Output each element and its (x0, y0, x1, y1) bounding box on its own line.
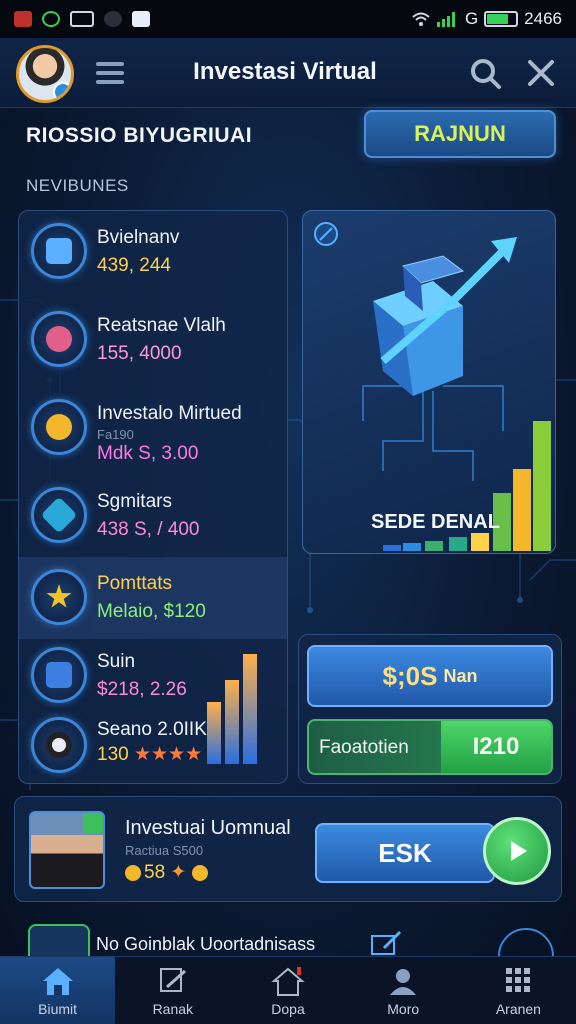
subheader-action-button[interactable]: RAJNUN (364, 110, 556, 158)
stat-row[interactable]: Faoatotien I210 (307, 719, 553, 775)
profile-sub: Ractiua S500 (125, 843, 204, 858)
trophy-icon (31, 399, 87, 455)
app-header: Investasi Virtual (0, 38, 576, 108)
item-name: Investalo Mirtued (97, 403, 242, 424)
stat-value: I210 (441, 721, 551, 773)
rating-stars-icon: ★★★★ (133, 744, 203, 765)
list-item[interactable]: Sgmitars 438 S, / 400 (19, 475, 287, 557)
user-icon (390, 969, 417, 995)
flag-icon (83, 813, 103, 833)
nav-label: Ranak (152, 1001, 194, 1017)
close-icon[interactable] (524, 56, 558, 90)
profile-stats: 58 ✦ (125, 861, 211, 884)
item-value: 439, 244 (97, 255, 171, 276)
coin-icon (125, 864, 141, 881)
profile-name: Investuai Uomnual (125, 817, 291, 839)
play-icon (511, 841, 527, 861)
nav-label: Dopa (271, 1001, 305, 1017)
item-name: Suin (97, 651, 136, 672)
subheader-title: RIOSSIO BIYUGRIUAI (26, 124, 253, 147)
trophy-icon: ✦ (170, 862, 187, 883)
item-name: Pomttats (97, 573, 172, 594)
nav-item-ranak[interactable]: Ranak (115, 957, 230, 1024)
amount-button[interactable]: $;0S Nan (307, 645, 553, 707)
item-value: Mdk S, 3.00 (97, 443, 199, 464)
stat-label: Faoatotien (319, 737, 409, 758)
item-name: Sgmitars (97, 491, 172, 512)
avatar[interactable] (16, 45, 74, 103)
ask-button[interactable]: ESK (315, 823, 495, 883)
building-icon (31, 223, 87, 279)
item-name: Bvielnanv (97, 227, 180, 248)
gallery-icon (70, 11, 94, 27)
wifi-icon (412, 12, 430, 26)
subheader: RIOSSIO BIYUGRIUAI RAJNUN (0, 108, 576, 166)
nav-item-aranen[interactable]: Aranen (461, 957, 576, 1024)
layers-icon (31, 647, 87, 703)
play-button[interactable] (483, 817, 551, 885)
section-label: NEVIBUNES (26, 176, 129, 195)
item-value: 438 S, / 400 (97, 519, 200, 540)
item-value-text: 130 (97, 744, 129, 765)
promo-text: No Goinblak Uoortadnisass (96, 934, 316, 954)
amount-suffix: Nan (443, 665, 478, 686)
chart-tool-icon (159, 968, 186, 992)
list-item[interactable]: Reatsnae Vlalh 155, 4000 (19, 299, 287, 381)
mail-icon (132, 11, 150, 27)
whatsapp-icon (42, 11, 60, 27)
bottom-nav: Biumit Ranak Dopa Moro Aranen (0, 956, 576, 1024)
nav-label: Biumit (38, 1001, 78, 1017)
profile-stat-value: 58 (144, 862, 166, 883)
list-item[interactable]: Investalo Mirtued Fa190 Mdk S, 3.00 (19, 387, 287, 469)
page-title: Investasi Virtual (193, 58, 377, 85)
vinyl-icon (31, 717, 87, 773)
shield-icon (31, 487, 87, 543)
feature-label: SEDE DENAL (371, 511, 500, 533)
nav-item-dopa[interactable]: Dopa (230, 957, 345, 1024)
item-name: Reatsnae Vlalh (97, 315, 226, 336)
house-alert-icon (271, 967, 305, 996)
notification-icon (14, 11, 32, 27)
item-value: 130 ★★★★ (97, 743, 202, 766)
camera-icon (104, 11, 122, 27)
network-type: G (464, 9, 479, 28)
star-badge-icon (31, 311, 87, 367)
list-item[interactable]: Pomttats Melaio, $120 (19, 557, 287, 639)
status-bar: G 2466 (0, 0, 576, 38)
search-icon[interactable] (468, 56, 502, 90)
cube-growth-illustration (362, 237, 551, 551)
feature-card[interactable]: SEDE DENAL (302, 210, 556, 554)
item-value: $218, 2.26 (97, 679, 187, 700)
nav-item-home[interactable]: Biumit (0, 957, 116, 1024)
coin-icon (191, 864, 208, 881)
nav-item-moro[interactable]: Moro (346, 957, 461, 1024)
promo-row[interactable]: No Goinblak Uoortadnisass (0, 916, 576, 956)
signal-icon (436, 12, 455, 27)
verified-icon (53, 82, 71, 100)
profile-card: Investuai Uomnual Ractiua S500 58 ✦ ESK (14, 796, 562, 902)
item-value: 155, 4000 (97, 343, 182, 364)
mini-bar-chart (207, 654, 257, 764)
list-item[interactable]: Bvielnanv 439, 244 (19, 211, 287, 293)
nav-label: Aranen (495, 1001, 541, 1017)
item-name: Seano 2.0IIK (97, 719, 207, 740)
promo-circle-icon[interactable] (498, 928, 554, 956)
profile-photo (29, 811, 105, 889)
star-icon (31, 569, 87, 625)
home-icon (42, 968, 73, 995)
status-time: 2466 (524, 9, 562, 28)
summary-panel: $;0S Nan Faoatotien I210 (298, 634, 562, 784)
amount-value: $;0S (382, 660, 438, 691)
grid-icon (506, 968, 531, 992)
promo-icon (28, 924, 90, 956)
menu-icon[interactable] (94, 58, 126, 88)
edit-icon[interactable] (370, 930, 404, 956)
battery-icon (484, 11, 519, 27)
item-value: Melaio, $120 (97, 601, 206, 622)
nav-label: Moro (387, 1001, 420, 1017)
item-sub: Fa190 (97, 427, 134, 442)
